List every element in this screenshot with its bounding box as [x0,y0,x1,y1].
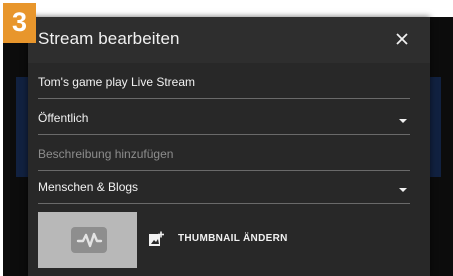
dialog-title: Stream bearbeiten [38,29,180,48]
category-select[interactable]: Menschen & Blogs [38,177,410,204]
close-icon [396,33,408,45]
description-field[interactable]: Beschreibung hinzufügen [38,144,410,171]
dialog-header: Stream bearbeiten [28,17,430,63]
visibility-selected-value: Öffentlich [38,111,89,125]
video-waveform-icon [71,227,107,253]
close-button[interactable] [392,29,412,49]
thumbnail-preview [38,212,137,268]
visibility-select[interactable]: Öffentlich [38,108,410,135]
title-input-value: Tom's game play Live Stream [38,75,196,89]
chevron-down-icon [399,119,407,123]
title-field[interactable]: Tom's game play Live Stream [38,72,410,99]
category-selected-value: Menschen & Blogs [38,180,139,194]
description-placeholder: Beschreibung hinzufügen [38,147,174,161]
edit-stream-dialog: Stream bearbeiten Tom's game play Live S… [28,17,430,276]
chevron-down-icon [399,188,407,192]
change-thumbnail-label: THUMBNAIL ÄNDERN [178,233,288,244]
step-number-badge: 3 [3,3,36,43]
screenshot-frame: Stream bearbeiten Tom's game play Live S… [0,0,453,276]
add-image-icon [149,231,164,246]
